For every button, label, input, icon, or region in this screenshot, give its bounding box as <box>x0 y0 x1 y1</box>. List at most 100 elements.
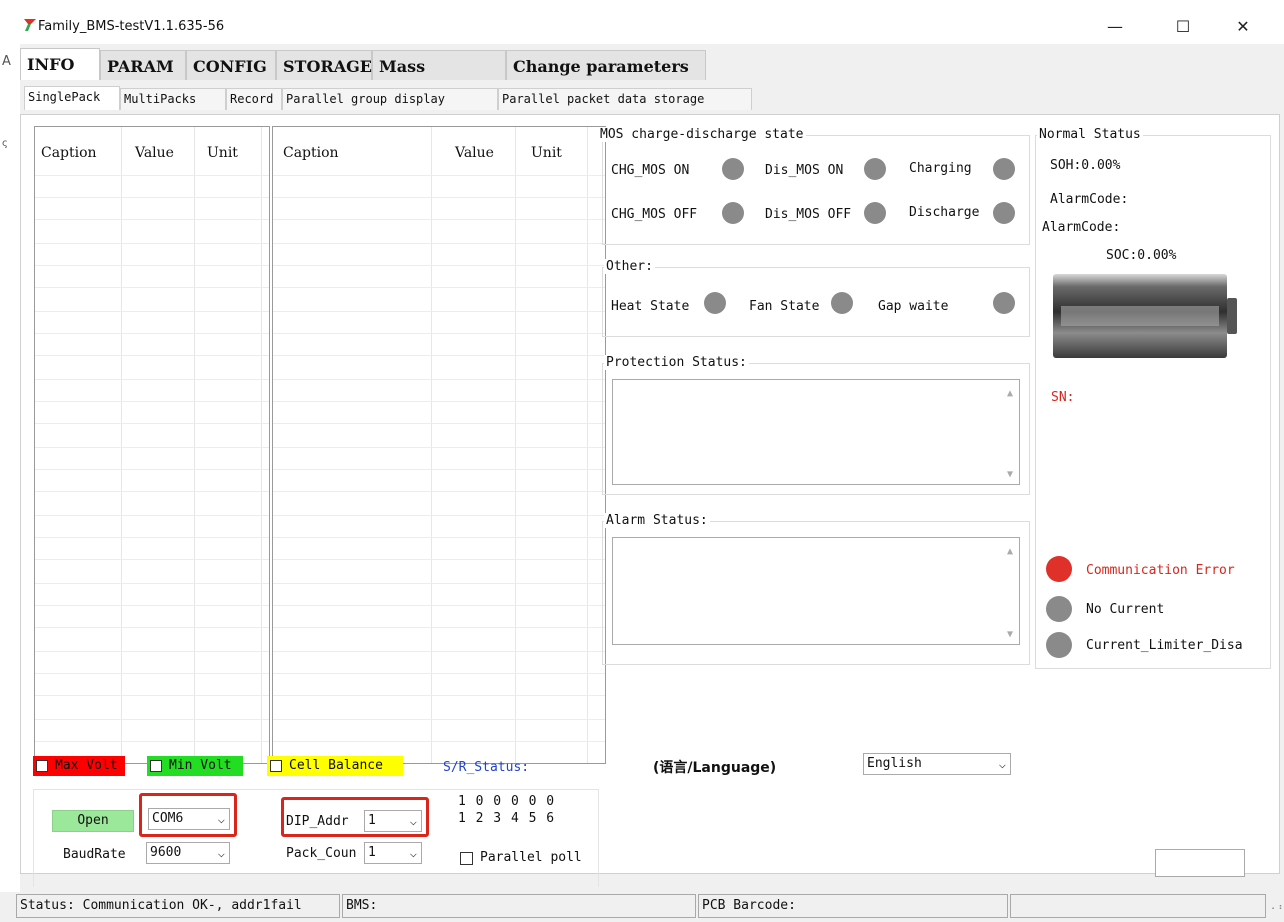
scroll-down-icon[interactable]: ▼ <box>1003 629 1017 640</box>
cell-balance-checkbox[interactable] <box>270 760 282 772</box>
pack-count-label: Pack_Coun <box>286 846 357 861</box>
fan-state-label: Fan State <box>749 299 820 314</box>
protection-status-group: Protection Status: ▲ ▼ <box>602 355 1030 495</box>
subtab-singlepack[interactable]: SinglePack <box>24 86 120 110</box>
tab-config[interactable]: CONFIG <box>186 50 276 80</box>
charging-label: Charging <box>909 161 972 176</box>
baudrate-select[interactable]: 9600 ⌵ <box>146 842 230 864</box>
cell-data-grid-right[interactable]: Caption Value Unit <box>272 126 606 764</box>
open-button[interactable]: Open <box>52 810 134 832</box>
chg-mos-off-label: CHG_MOS OFF <box>611 207 698 222</box>
title-bar: Family_BMS-testV1.1.635-56 — ☐ ✕ <box>0 0 1284 44</box>
alarm-group-title: Alarm Status: <box>604 513 710 528</box>
protection-status-textbox[interactable]: ▲ ▼ <box>612 379 1020 485</box>
grid-header-value: Value <box>455 145 494 161</box>
communication-error-label: Communication Error <box>1086 563 1235 578</box>
status-bar: Status: Communication OK-, addr1fail BMS… <box>0 892 1284 922</box>
soh-value: SOH:0.00% <box>1050 158 1121 173</box>
language-select-value: English <box>867 756 922 771</box>
min-volt-legend[interactable]: Min Volt <box>147 756 243 776</box>
current-limiter-label: Current_Limiter_Disa <box>1086 638 1243 653</box>
edge-text-b: ς <box>2 138 8 149</box>
window-title: Family_BMS-testV1.1.635-56 <box>38 19 225 34</box>
close-button[interactable]: ✕ <box>1220 12 1266 42</box>
cell-balance-label: Cell Balance <box>289 758 383 773</box>
chevron-down-icon: ⌵ <box>409 846 417 860</box>
baudrate-value: 9600 <box>150 845 182 860</box>
app-logo-icon <box>24 19 36 31</box>
dip-addr-highlight <box>281 797 429 837</box>
resize-grip-icon[interactable]: ⠠⠰ <box>1268 902 1283 913</box>
parallel-poll-label: Parallel poll <box>480 850 582 865</box>
no-current-indicator <box>1046 596 1072 622</box>
chevron-down-icon: ⌵ <box>217 846 225 860</box>
discharge-label: Discharge <box>909 205 980 220</box>
max-volt-checkbox[interactable] <box>36 760 48 772</box>
subtab-parallel-packet-data-storage[interactable]: Parallel packet data storage <box>498 88 752 110</box>
cell-balance-legend[interactable]: Cell Balance <box>267 756 403 776</box>
chevron-down-icon: ⌵ <box>998 757 1006 771</box>
scroll-up-icon[interactable]: ▲ <box>1003 388 1017 399</box>
chg-mos-off-indicator <box>722 202 744 224</box>
minimize-button[interactable]: — <box>1092 12 1138 42</box>
blank-input-box[interactable] <box>1155 849 1245 877</box>
edge-text-a: A <box>2 54 11 69</box>
dip-switch-numbers: 1 2 3 4 5 6 <box>458 811 556 826</box>
discharge-indicator <box>993 202 1015 224</box>
gap-waite-label: Gap waite <box>878 299 949 314</box>
fan-state-indicator <box>831 292 853 314</box>
charging-indicator <box>993 158 1015 180</box>
grid-header-caption: Caption <box>41 145 97 161</box>
subtab-parallel-group-display[interactable]: Parallel group display <box>282 88 498 110</box>
no-current-label: No Current <box>1086 602 1165 617</box>
sn-label: SN: <box>1051 390 1075 405</box>
pack-count-value: 1 <box>368 845 376 860</box>
tab-change-parameters[interactable]: Change parameters <box>506 50 706 80</box>
communication-error-indicator <box>1046 556 1072 582</box>
dis-mos-off-label: Dis_MOS OFF <box>765 207 852 222</box>
scroll-up-icon[interactable]: ▲ <box>1003 546 1017 557</box>
baudrate-label: BaudRate <box>63 847 126 862</box>
normal-status-group: Normal Status SOH:0.00% AlarmCode: Alarm… <box>1035 127 1271 669</box>
tab-param[interactable]: PARAM <box>100 50 186 80</box>
subtab-multipacks[interactable]: MultiPacks <box>120 88 226 110</box>
dis-mos-on-indicator <box>864 158 886 180</box>
language-select[interactable]: English ⌵ <box>863 753 1011 775</box>
min-volt-checkbox[interactable] <box>150 760 162 772</box>
other-group-title: Other: <box>604 259 655 274</box>
mos-group-title: MOS charge-discharge state <box>598 127 806 142</box>
alarm-code-1: AlarmCode: <box>1050 192 1129 207</box>
max-volt-label: Max Volt <box>55 758 118 773</box>
grid-header-value: Value <box>135 145 174 161</box>
heat-state-label: Heat State <box>611 299 690 314</box>
dis-mos-on-label: Dis_MOS ON <box>765 163 844 178</box>
scroll-down-icon[interactable]: ▼ <box>1003 469 1017 480</box>
maximize-button[interactable]: ☐ <box>1160 12 1206 42</box>
tab-storage[interactable]: STORAGE <box>276 50 372 80</box>
min-volt-label: Min Volt <box>169 758 232 773</box>
com-port-highlight <box>139 793 237 837</box>
protection-group-title: Protection Status: <box>604 355 749 370</box>
grid-header-unit: Unit <box>531 145 562 161</box>
heat-state-indicator <box>704 292 726 314</box>
battery-icon <box>1053 274 1237 358</box>
pcb-barcode-panel: PCB Barcode: <box>698 894 1008 918</box>
cell-data-grid-left[interactable]: Caption Value Unit <box>34 126 270 764</box>
sub-tab-bar: SinglePack MultiPacks Record Parallel gr… <box>20 84 1276 110</box>
pack-count-select[interactable]: 1 ⌵ <box>364 842 422 864</box>
grid-header-unit: Unit <box>207 145 238 161</box>
tab-info[interactable]: INFO <box>20 48 100 80</box>
dip-switch-states: 1 0 0 0 0 0 <box>458 794 556 809</box>
current-limiter-indicator <box>1046 632 1072 658</box>
subtab-record[interactable]: Record <box>226 88 282 110</box>
bms-panel: BMS: <box>342 894 696 918</box>
tab-mass-storage[interactable]: Mass Storage <box>372 50 506 108</box>
chg-mos-on-indicator <box>722 158 744 180</box>
alarm-code-2: AlarmCode: <box>1042 220 1121 235</box>
mos-state-group: MOS charge-discharge state CHG_MOS ON Di… <box>598 127 1030 245</box>
other-status-group: Other: Heat State Fan State Gap waite <box>602 259 1030 337</box>
alarm-status-textbox[interactable]: ▲ ▼ <box>612 537 1020 645</box>
singlepack-panel: Caption Value Unit Caption Value Unit MO… <box>20 114 1280 887</box>
parallel-poll-checkbox[interactable] <box>460 852 473 865</box>
max-volt-legend[interactable]: Max Volt <box>33 756 125 776</box>
